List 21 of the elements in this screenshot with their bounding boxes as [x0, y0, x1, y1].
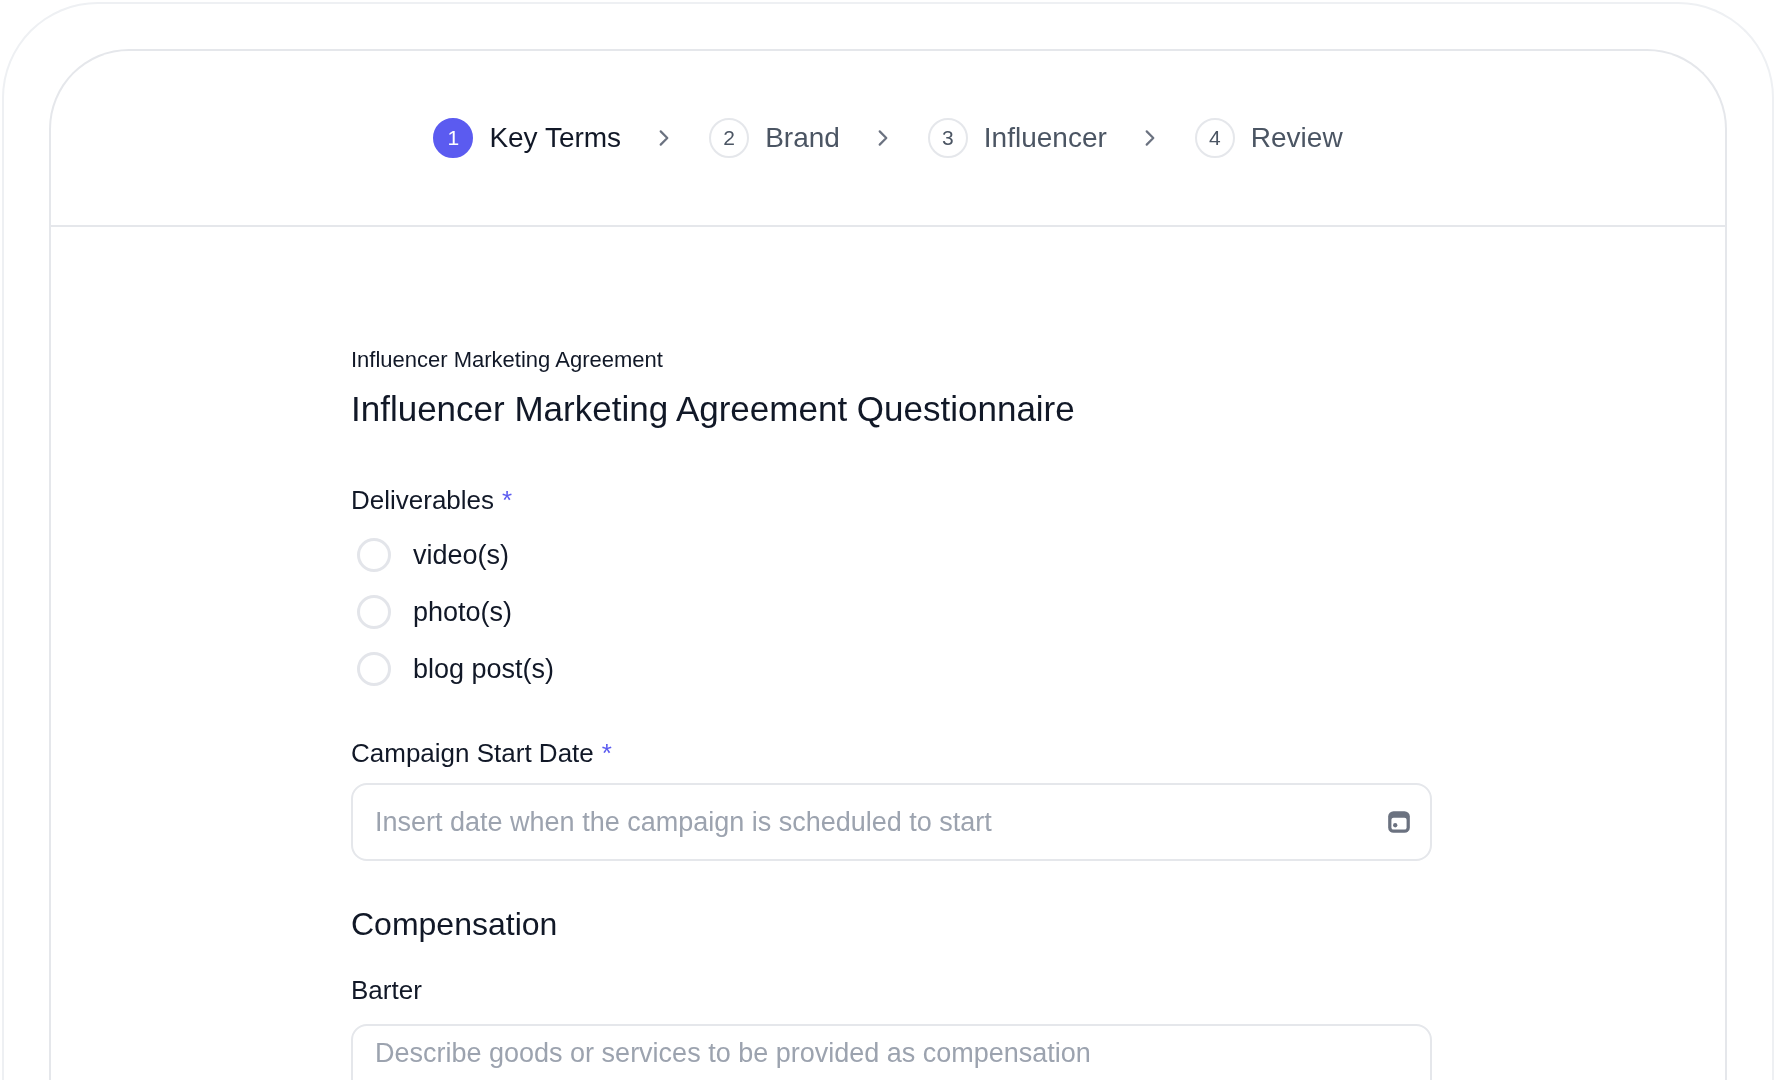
field-label: Campaign Start Date: [351, 738, 594, 769]
field-label: Deliverables: [351, 485, 495, 516]
radio-label[interactable]: blog post(s): [413, 653, 555, 685]
form-subtitle: Influencer Marketing Agreement: [351, 347, 664, 373]
form-title: Influencer Marketing Agreement Questionnaire: [351, 389, 1076, 429]
barter-input-field[interactable]: Describe goods or services to be provided as compensation: [351, 1024, 1432, 1080]
radio-label[interactable]: photo(s): [413, 596, 513, 628]
calendar-icon[interactable]: [1386, 809, 1412, 835]
required-asterisk: *: [502, 485, 513, 516]
required-asterisk: *: [601, 738, 612, 769]
step-tab[interactable]: 4 Review: [1194, 118, 1343, 158]
step-tab[interactable]: 2 Brand: [709, 118, 840, 158]
radio-button[interactable]: [357, 538, 391, 572]
field-label: Barter: [351, 975, 422, 1006]
step-tab[interactable]: 1 Key Terms: [433, 118, 622, 158]
radio-button[interactable]: [357, 652, 391, 686]
date-input-field[interactable]: Insert date when the campaign is scheduled to start: [351, 783, 1432, 861]
radio-label[interactable]: video(s): [413, 539, 510, 571]
radio-button[interactable]: [357, 595, 391, 629]
section-heading: Compensation: [351, 906, 559, 943]
step-tab[interactable]: 3 Influencer: [927, 118, 1107, 158]
